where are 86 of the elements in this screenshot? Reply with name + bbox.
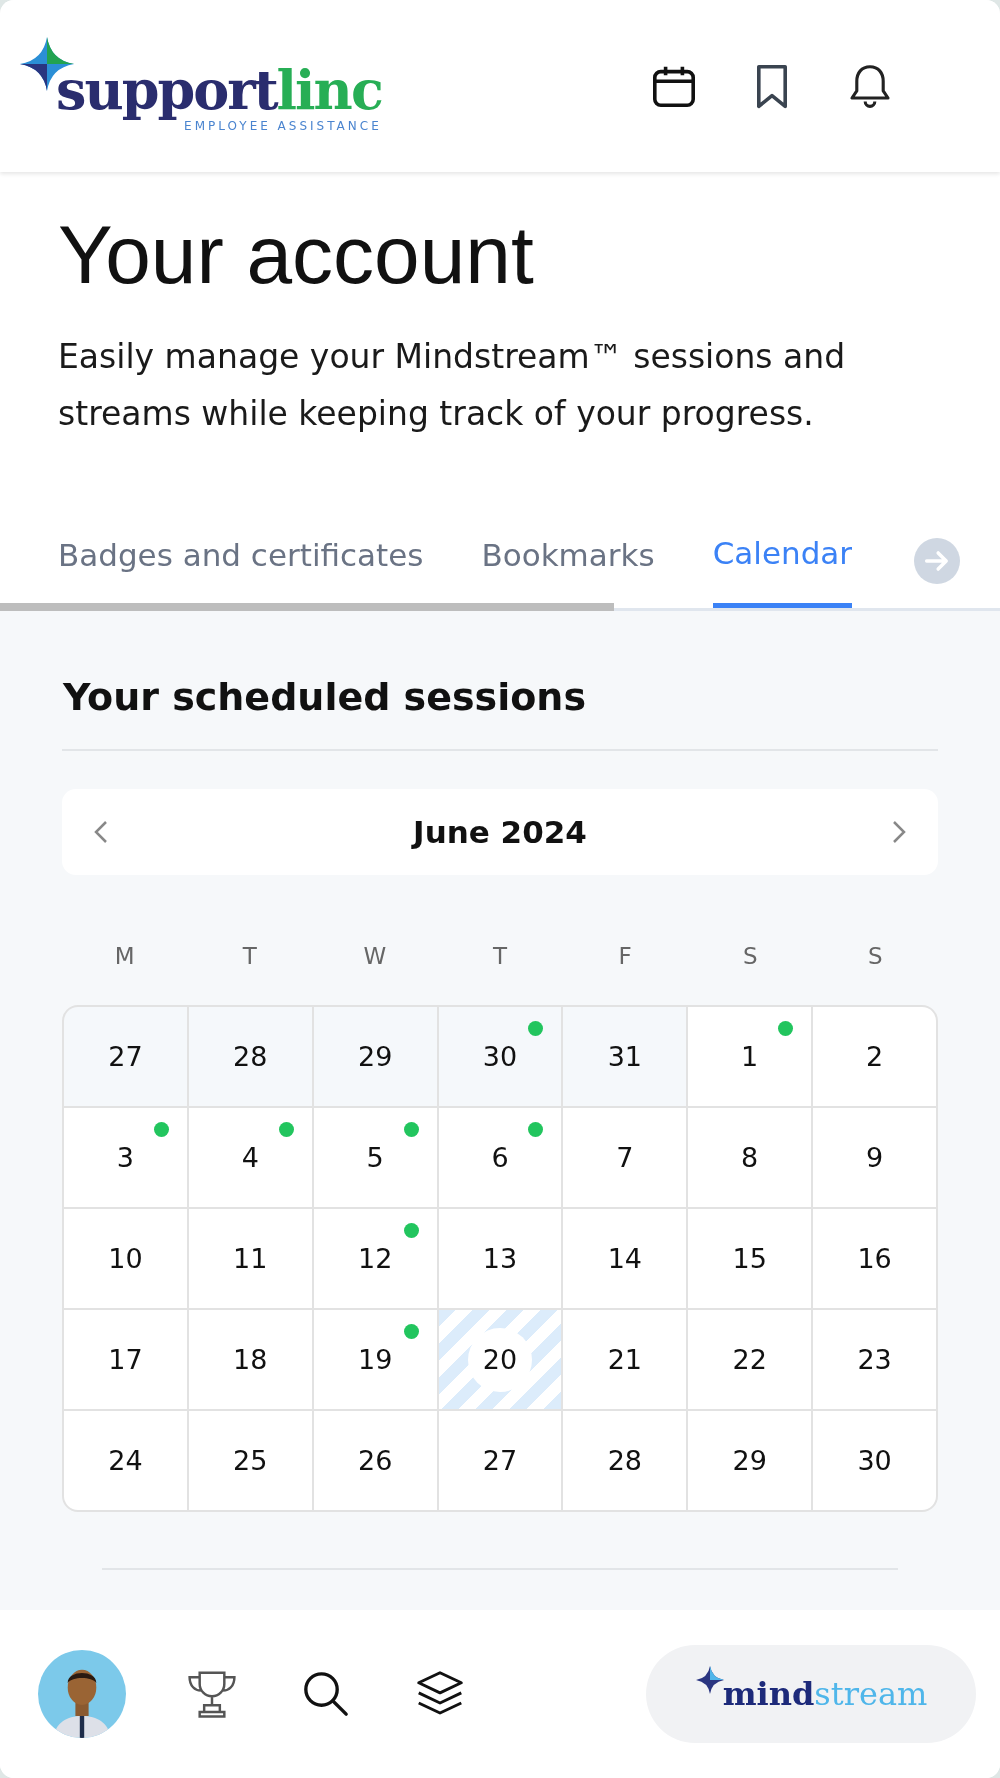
weekday-label: S (741, 943, 759, 969)
day-number: 24 (108, 1445, 143, 1476)
day-cell[interactable]: 18 (188, 1310, 312, 1409)
day-cell[interactable]: 1 (688, 1007, 812, 1106)
weekday-label: W (362, 943, 388, 969)
day-cell[interactable]: 26 (313, 1411, 437, 1510)
day-cell[interactable]: 25 (188, 1411, 312, 1510)
day-number: 25 (233, 1445, 268, 1476)
day-cell[interactable]: 13 (438, 1209, 562, 1308)
tab[interactable]: Badges and certificates (58, 526, 424, 594)
day-cell[interactable]: 31 (563, 1007, 687, 1106)
day-number: 19 (357, 1344, 393, 1375)
day-cell[interactable]: 22 (688, 1310, 812, 1409)
day-number: 16 (857, 1243, 892, 1274)
day-number: 2 (865, 1041, 884, 1072)
day-cell[interactable]: 15 (688, 1209, 812, 1308)
day-number: 3 (116, 1142, 134, 1173)
day-number: 1 (741, 1041, 759, 1072)
day-number: 13 (482, 1243, 518, 1274)
scroll-bar[interactable] (0, 603, 614, 611)
day-cell[interactable]: 19 (313, 1310, 437, 1409)
day-number: 14 (607, 1243, 643, 1274)
day-cell[interactable]: 17 (64, 1310, 187, 1409)
day-cell[interactable]: 28 (563, 1411, 687, 1510)
day-number: 17 (108, 1344, 143, 1375)
day-cell[interactable]: 27 (438, 1411, 562, 1510)
supportlinc-logo[interactable]: supportlinc EMPLOYEE ASSISTANCE (18, 39, 382, 133)
day-cell[interactable]: 14 (563, 1209, 687, 1308)
day-cell[interactable]: 12 (313, 1209, 437, 1308)
day-number: 28 (607, 1445, 643, 1476)
day-number: 27 (482, 1445, 518, 1476)
weekday-label: T (491, 943, 508, 969)
day-cell[interactable]: 20 (438, 1310, 562, 1409)
day-number: 12 (357, 1243, 393, 1274)
page-description: Easily manage your Mindstream™ sessions and streams while keeping track of your progress. (58, 336, 847, 435)
day-number: 9 (865, 1142, 884, 1173)
day-cell[interactable]: 10 (64, 1209, 187, 1308)
day-cell[interactable]: 29 (688, 1411, 812, 1510)
day-number: 22 (732, 1344, 767, 1375)
day-number: 18 (233, 1344, 268, 1375)
weekday-label: T (241, 943, 258, 969)
weekday-label: S (867, 943, 884, 969)
weekday-label: F (617, 943, 633, 969)
day-number: 8 (741, 1142, 759, 1173)
day-number: 7 (616, 1142, 634, 1173)
day-cell[interactable]: 11 (188, 1209, 312, 1308)
day-number: 15 (732, 1243, 767, 1274)
day-number: 21 (607, 1344, 643, 1375)
mindstream-logo-button[interactable]: mindstream (646, 1645, 976, 1743)
day-cell[interactable]: 28 (188, 1007, 312, 1106)
day-number: 23 (857, 1344, 892, 1375)
day-cell[interactable]: 16 (813, 1209, 936, 1308)
day-cell[interactable]: 29 (313, 1007, 437, 1106)
day-number: 4 (241, 1142, 259, 1173)
day-number: 29 (732, 1445, 767, 1476)
day-cell[interactable]: 21 (563, 1310, 687, 1409)
day-number: 26 (357, 1445, 393, 1476)
day-cell[interactable]: 9 (813, 1108, 936, 1207)
day-number: 27 (108, 1041, 143, 1072)
day-cell[interactable]: 5 (313, 1108, 437, 1207)
page-title: Your account (58, 208, 535, 302)
day-number: 30 (857, 1445, 892, 1476)
day-number: 10 (108, 1243, 143, 1274)
day-number: 30 (482, 1041, 518, 1072)
day-cell[interactable]: 6 (438, 1108, 562, 1207)
day-number: 6 (491, 1142, 509, 1173)
day-number: 29 (357, 1041, 393, 1072)
day-cell[interactable]: 30 (438, 1007, 562, 1106)
day-number: 31 (607, 1041, 643, 1072)
day-cell[interactable]: 27 (64, 1007, 187, 1106)
section-heading: Your scheduled sessions (63, 675, 588, 719)
day-number: 28 (233, 1041, 268, 1072)
day-number: 5 (366, 1142, 384, 1173)
day-cell[interactable]: 30 (813, 1411, 936, 1510)
day-cell[interactable]: 7 (563, 1108, 687, 1207)
day-number: 11 (233, 1243, 268, 1274)
month-label: June 2024 (413, 814, 587, 850)
day-cell[interactable]: 23 (813, 1310, 936, 1409)
day-cell[interactable]: 24 (64, 1411, 187, 1510)
day-number: 20 (468, 1327, 532, 1392)
weekday-label: M (113, 943, 136, 969)
day-cell[interactable]: 8 (688, 1108, 812, 1207)
day-cell[interactable]: 4 (188, 1108, 312, 1207)
tab[interactable]: Bookmarks (481, 526, 655, 594)
day-cell[interactable]: 3 (64, 1108, 187, 1207)
day-cell[interactable]: 2 (813, 1007, 936, 1106)
